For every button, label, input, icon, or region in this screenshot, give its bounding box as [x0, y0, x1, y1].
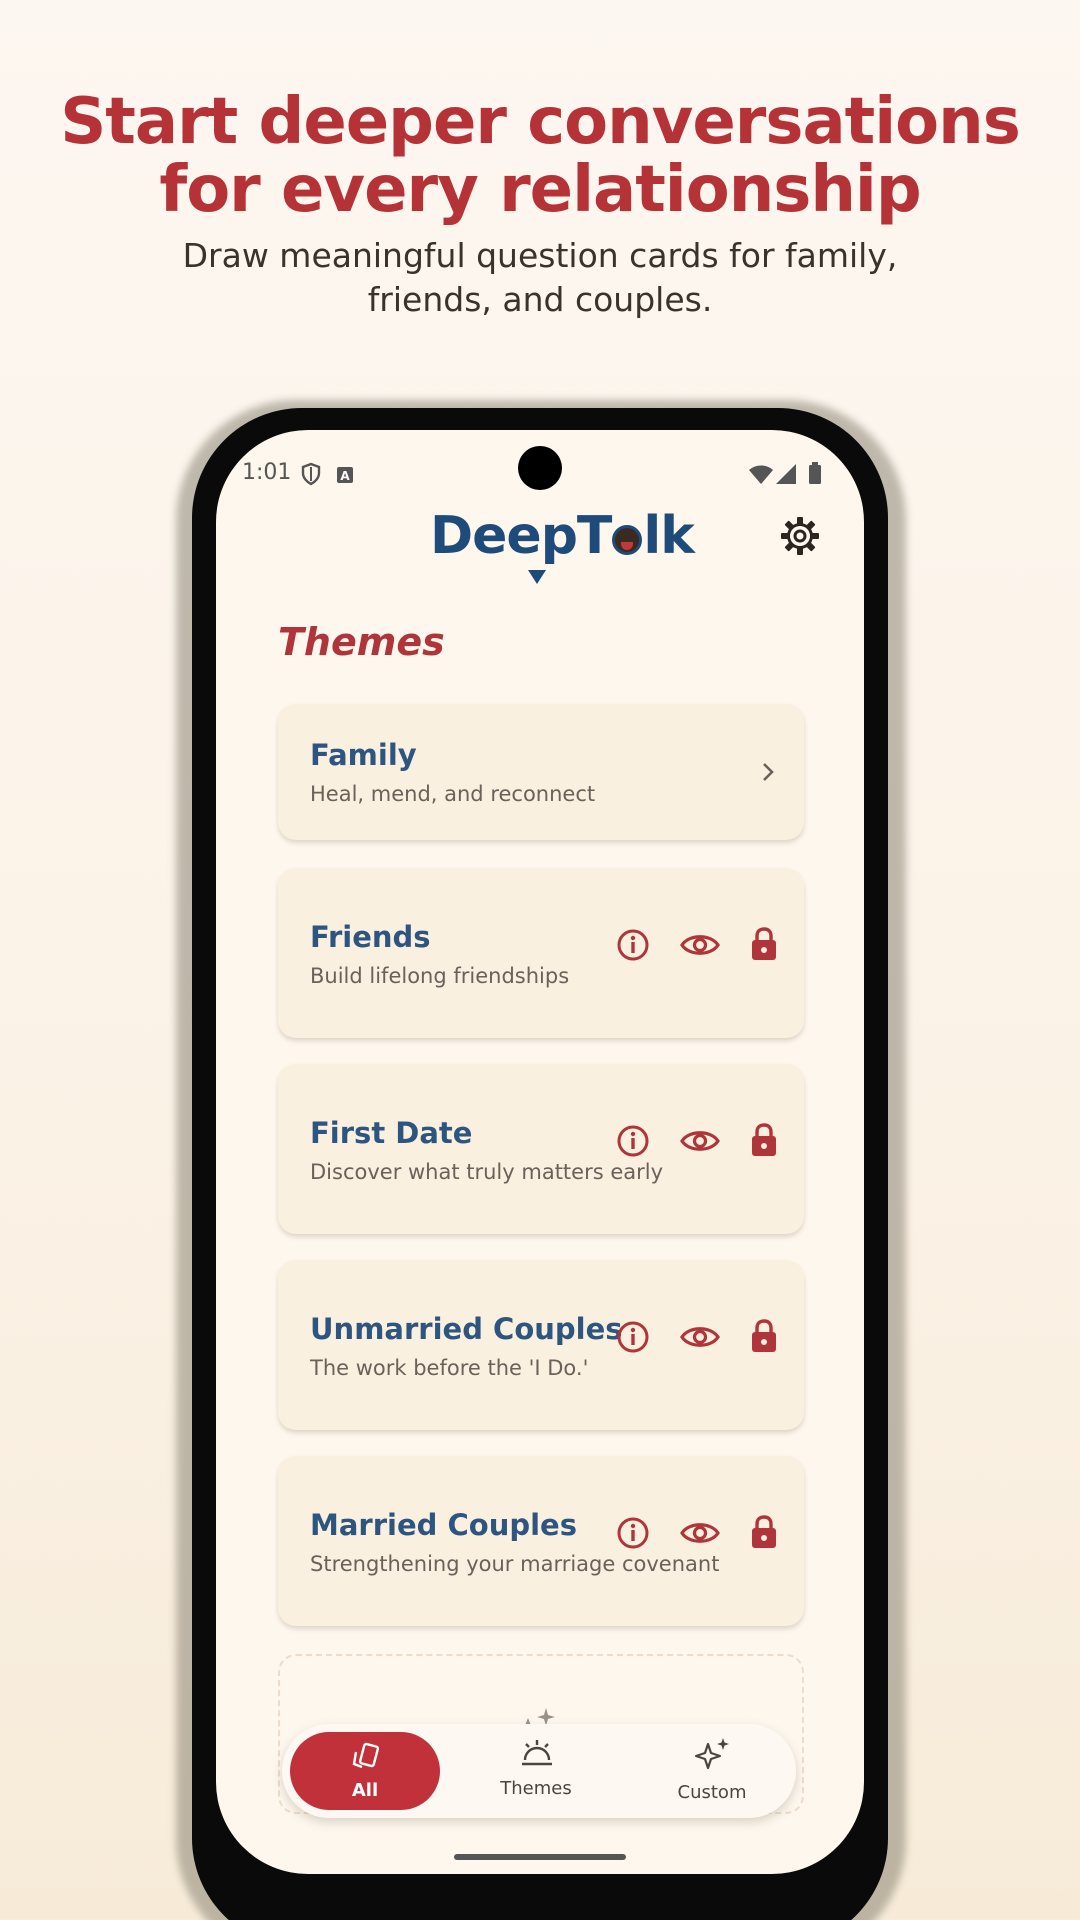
nav-tab-custom[interactable]: Custom — [652, 1732, 772, 1810]
wifi-icon — [748, 464, 774, 488]
promo-subline-line2: friends, and couples. — [367, 280, 713, 319]
home-indicator[interactable] — [454, 1854, 626, 1860]
front-camera — [518, 446, 562, 490]
chevron-right-icon — [760, 760, 776, 788]
app-logo: DeepT lk — [430, 506, 695, 584]
cards-icon — [350, 1742, 382, 1776]
gear-icon — [781, 517, 819, 555]
eye-icon[interactable] — [680, 928, 720, 962]
lock-icon — [750, 1514, 778, 1548]
battery-icon — [808, 462, 822, 488]
a-badge-icon: A — [336, 466, 354, 488]
logo-text-left: DeepT — [430, 506, 612, 566]
theme-title: Friends — [310, 920, 431, 954]
shield-icon — [300, 462, 322, 490]
promo-headline: Start deeper conversations for every rel… — [0, 88, 1080, 224]
bottom-nav: All Themes Custom — [282, 1724, 796, 1818]
theme-card-family[interactable]: Family Heal, mend, and reconnect — [278, 704, 804, 840]
logo-pointer-icon — [528, 570, 546, 584]
theme-card-friends[interactable]: Friends Build lifelong friendships — [278, 868, 804, 1038]
logo-text-right: lk — [643, 506, 694, 566]
nav-tab-themes-label: Themes — [500, 1778, 572, 1799]
theme-subtitle: The work before the 'I Do.' — [310, 1356, 589, 1380]
settings-button[interactable] — [778, 514, 822, 558]
nav-tab-all[interactable]: All — [290, 1732, 440, 1810]
nav-tab-all-label: All — [351, 1780, 379, 1801]
promo-headline-line1: Start deeper conversations — [60, 85, 1021, 159]
theme-subtitle: Build lifelong friendships — [310, 964, 570, 988]
lock-icon — [750, 1122, 778, 1156]
theme-title: Family — [310, 738, 417, 772]
theme-subtitle: Strengthening your marriage covenant — [310, 1552, 720, 1576]
eye-icon[interactable] — [680, 1124, 720, 1158]
lock-icon — [750, 1318, 778, 1352]
info-icon[interactable] — [616, 1516, 650, 1550]
svg-text:A: A — [340, 469, 350, 483]
promo-headline-line2: for every relationship — [159, 153, 921, 227]
lock-icon — [750, 926, 778, 960]
info-icon[interactable] — [616, 1320, 650, 1354]
theme-card-first-date[interactable]: First Date Discover what truly matters e… — [278, 1064, 804, 1234]
eye-icon[interactable] — [680, 1320, 720, 1354]
signal-icon — [776, 464, 798, 488]
theme-card-married-couples[interactable]: Married Couples Strengthening your marri… — [278, 1456, 804, 1626]
info-icon[interactable] — [616, 928, 650, 962]
theme-title: First Date — [310, 1116, 473, 1150]
status-time: 1:01 — [242, 460, 292, 485]
nav-tab-custom-label: Custom — [677, 1782, 747, 1803]
theme-title: Unmarried Couples — [310, 1312, 623, 1346]
theme-card-unmarried-couples[interactable]: Unmarried Couples The work before the 'I… — [278, 1260, 804, 1430]
logo-mouth-icon — [612, 525, 643, 555]
phone-screen: 1:01 A DeepT lk Themes Family Heal, mend… — [216, 430, 864, 1874]
section-title: Themes — [278, 620, 445, 664]
eye-icon[interactable] — [680, 1516, 720, 1550]
promo-subline-line1: Draw meaningful question cards for famil… — [182, 236, 898, 275]
nav-tab-themes[interactable]: Themes — [482, 1732, 590, 1810]
theme-subtitle: Discover what truly matters early — [310, 1160, 664, 1184]
sparkles-icon — [694, 1736, 732, 1776]
theme-title: Married Couples — [310, 1508, 577, 1542]
promo-subline: Draw meaningful question cards for famil… — [150, 234, 930, 322]
info-icon[interactable] — [616, 1124, 650, 1158]
sunrise-icon — [520, 1738, 554, 1772]
theme-subtitle: Heal, mend, and reconnect — [310, 782, 596, 806]
